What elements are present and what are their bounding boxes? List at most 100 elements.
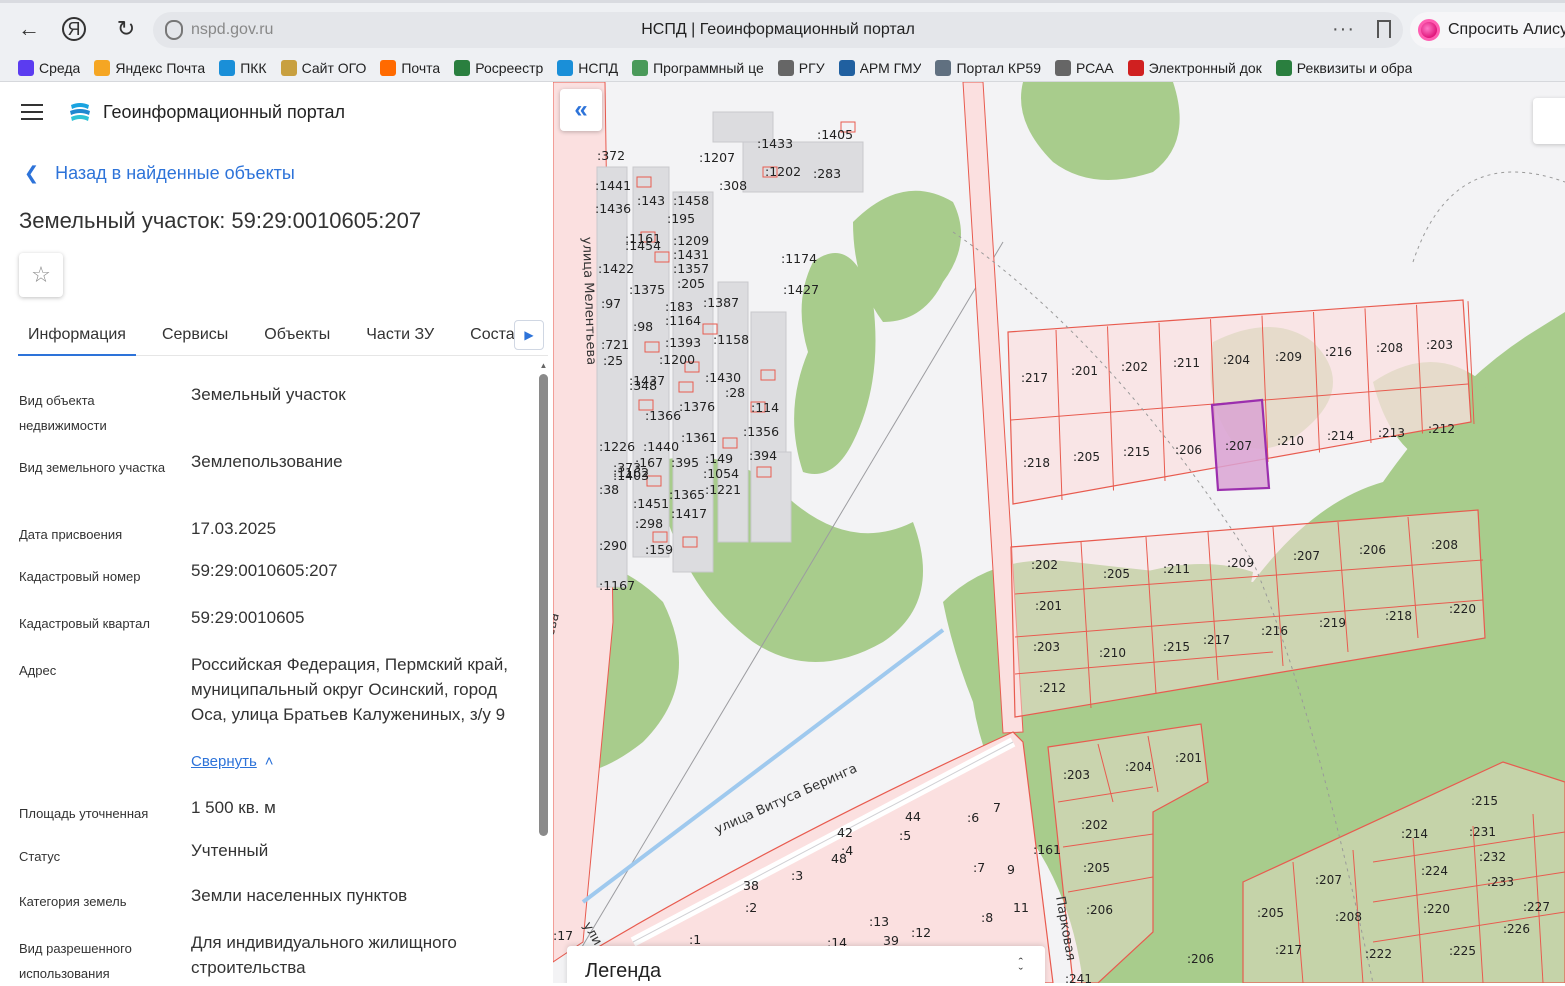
parcel-label: :205: [1083, 861, 1110, 875]
menu-icon[interactable]: [21, 104, 43, 120]
reload-icon[interactable]: ↻: [111, 14, 141, 44]
bookmark-6[interactable]: НСПД: [557, 58, 618, 78]
bookmark-1[interactable]: Яндекс Почта: [94, 58, 205, 78]
bookmark-label: Программный це: [653, 60, 764, 76]
parcel-label: :7: [973, 860, 985, 875]
bookmark-2[interactable]: ПКК: [219, 58, 267, 78]
bookmarks-bar: Среда Яндекс Почта ПКК Сайт ОГО Почта Росреес…: [18, 58, 1426, 78]
document-icon: [1054, 60, 1071, 76]
bookmark-label: Электронный док: [1148, 60, 1262, 76]
parcel-label: :215: [1123, 445, 1150, 459]
favorite-button[interactable]: ☆: [19, 253, 63, 297]
parcel-label: :1417: [671, 506, 707, 521]
alice-label: Спросить Алису: [1448, 21, 1565, 38]
property-value: 17.03.2025: [191, 519, 277, 538]
legend-panel[interactable]: Легенда ˆˇ: [567, 946, 1045, 983]
property-label: Статус: [19, 849, 61, 864]
parcel-label: :217: [1275, 943, 1302, 957]
nspd-icon: [557, 60, 574, 76]
parcel-label: :298: [635, 516, 663, 531]
collapse-label: Свернуть: [191, 753, 257, 770]
parcel-label: :1451: [633, 496, 669, 511]
bookmark-12[interactable]: Электронный док: [1127, 58, 1262, 78]
parcel-label: :183: [665, 299, 693, 314]
back-to-results-link[interactable]: ❮ Назад в найденные объекты: [24, 163, 295, 184]
parcel-label: 7: [993, 800, 1001, 815]
expand-collapse-icon[interactable]: ˆˇ: [1019, 956, 1023, 979]
parcel-label: :224: [1421, 864, 1448, 878]
map-control-button[interactable]: [1533, 98, 1565, 144]
page-title: НСПД | Геоинформационный портал: [641, 21, 915, 38]
parcel-label: 42: [837, 825, 853, 840]
property-label: Вид разрешенного использования: [19, 941, 132, 981]
parcel-label: :212: [1428, 422, 1455, 436]
parcel-label: :1458: [673, 193, 709, 208]
parcel-label: :1162: [613, 465, 649, 480]
bookmark-5[interactable]: Росреестр: [454, 58, 543, 78]
bookmark-7[interactable]: Программный це: [632, 58, 764, 78]
bookmark-13[interactable]: Реквизиты и обра: [1275, 58, 1412, 78]
parcel-label: :214: [1327, 429, 1354, 443]
tabs-next-button[interactable]: ▶: [514, 320, 544, 350]
info-tabs: Информация Сервисы Объекты Части ЗУ Состав ▶: [18, 314, 548, 356]
property-value: 59:29:0010605:207: [191, 561, 338, 580]
bookmark-label: АРМ ГМУ: [859, 60, 922, 76]
back-arrow-icon[interactable]: ←: [14, 14, 44, 44]
collapse-address-link[interactable]: Свернуть ˄: [191, 753, 274, 770]
parcel-label: :1164: [665, 313, 701, 328]
parcel-label: :208: [1335, 910, 1362, 924]
parcel-label: :1422: [598, 261, 634, 276]
tab-3[interactable]: Части ЗУ: [356, 314, 444, 356]
map-canvas[interactable]: :217:201:202:211:204:209:216:208:203:218…: [553, 82, 1565, 983]
parcel-label: :217: [1203, 633, 1230, 647]
parcel-label: :205: [1073, 450, 1100, 464]
parcel-label: :395: [671, 455, 699, 470]
scrollbar[interactable]: [539, 374, 548, 836]
bookmark-label: РСАА: [1075, 60, 1114, 76]
parcel-label: :1436: [595, 201, 631, 216]
parcel-label: :17: [553, 928, 573, 943]
bookmark-0[interactable]: Среда: [18, 58, 80, 78]
alice-button[interactable]: Спросить Алису: [1410, 12, 1565, 48]
tab-1[interactable]: Сервисы: [152, 314, 238, 356]
bookmark-icon[interactable]: [1377, 20, 1391, 38]
bookmark-4[interactable]: Почта: [380, 58, 440, 78]
parcel-label: :1361: [681, 430, 717, 445]
parcel-label: 48: [831, 851, 847, 866]
parcel-label: :213: [1378, 426, 1405, 440]
object-panel: Геоинформационный портал ❮ Назад в найде…: [0, 82, 553, 983]
parcel-label: :203: [1426, 338, 1453, 352]
bookmark-11[interactable]: РСАА: [1054, 58, 1114, 78]
parcel-label: :227: [1523, 900, 1550, 914]
property-label: Дата присвоения: [19, 527, 123, 542]
parcel-label: :1221: [705, 482, 741, 497]
parcel-label: :1440: [643, 439, 679, 454]
map-view[interactable]: :217:201:202:211:204:209:216:208:203:218…: [553, 82, 1565, 983]
parcel-label: :1158: [713, 332, 749, 347]
bookmark-3[interactable]: Сайт ОГО: [280, 58, 366, 78]
parcel-label: :209: [1227, 556, 1254, 570]
parcel-label: :233: [1487, 875, 1514, 889]
pkk-icon: [219, 60, 236, 76]
tab-0[interactable]: Информация: [18, 314, 136, 356]
parcel-label: :203: [1063, 768, 1090, 782]
address-bar[interactable]: nspd.gov.ru НСПД | Геоинформационный пор…: [153, 12, 1403, 48]
parcel-label: :220: [1423, 902, 1450, 916]
parcel-label: :208: [1376, 341, 1403, 355]
collapse-panel-button[interactable]: «: [560, 89, 602, 131]
parcel-label: :1405: [817, 127, 853, 142]
bookmark-9[interactable]: АРМ ГМУ: [838, 58, 922, 78]
more-icon[interactable]: ···: [1332, 18, 1355, 41]
bookmark-8[interactable]: РГУ: [777, 58, 825, 78]
bookmark-10[interactable]: Портал КР59: [935, 58, 1041, 78]
requisites-icon: [1275, 60, 1292, 76]
parcel-label: :1200: [659, 352, 695, 367]
bookmark-label: Росреестр: [475, 60, 544, 76]
yandex-icon[interactable]: Я: [62, 17, 86, 41]
parcel-label: 38: [743, 878, 759, 893]
parcel-label: :215: [1163, 640, 1190, 654]
tab-2[interactable]: Объекты: [254, 314, 340, 356]
scroll-up-arrow[interactable]: ▲: [539, 361, 548, 370]
parcel-label: :218: [1385, 609, 1412, 623]
parcel-label: :1226: [599, 439, 635, 454]
